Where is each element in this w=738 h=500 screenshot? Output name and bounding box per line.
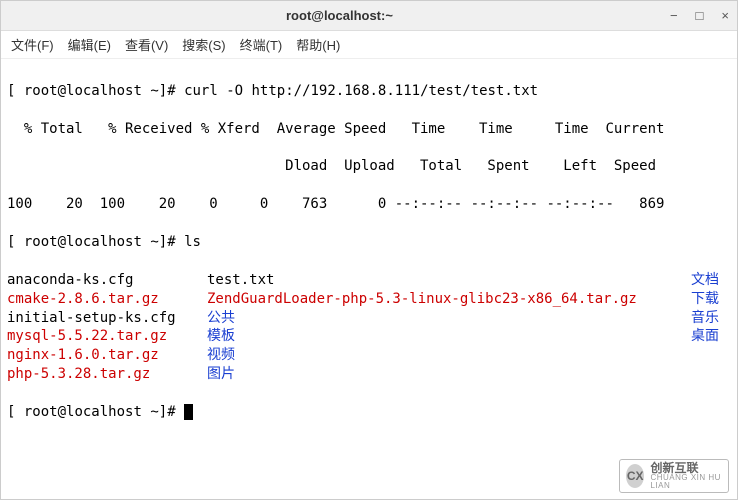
ls-entry: mysql-5.5.22.tar.gz bbox=[7, 327, 207, 346]
menu-search[interactable]: 搜索(S) bbox=[182, 35, 225, 54]
maximize-icon[interactable]: □ bbox=[696, 8, 704, 23]
menu-edit[interactable]: 编辑(E) bbox=[68, 35, 111, 54]
menu-file[interactable]: 文件(F) bbox=[11, 35, 54, 54]
ls-listing: anaconda-ks.cfgcmake-2.8.6.tar.gzinitial… bbox=[7, 271, 731, 384]
ls-entry: 图片 bbox=[207, 365, 691, 384]
watermark-badge: CX 创新互联 CHUANG XIN HU LIAN bbox=[619, 459, 729, 493]
ls-entry: anaconda-ks.cfg bbox=[7, 271, 207, 290]
ls-entry: 模板 bbox=[207, 327, 691, 346]
minimize-icon[interactable]: − bbox=[670, 8, 678, 23]
ls-entry: test.txt bbox=[207, 271, 691, 290]
ls-entry: 桌面 bbox=[691, 327, 731, 346]
close-icon[interactable]: × bbox=[721, 8, 729, 23]
window-controls: − □ × bbox=[670, 8, 729, 23]
ls-entry: initial-setup-ks.cfg bbox=[7, 309, 207, 328]
ls-col3: 文档下载音乐桌面 bbox=[691, 271, 731, 384]
curl-header-2: Dload Upload Total Spent Left Speed bbox=[7, 157, 731, 176]
terminal-output[interactable]: [ root@localhost ~]# curl -O http://192.… bbox=[1, 59, 737, 445]
cursor-icon bbox=[184, 404, 193, 420]
badge-text: 创新互联 CHUANG XIN HU LIAN bbox=[650, 462, 722, 490]
ls-entry: php-5.3.28.tar.gz bbox=[7, 365, 207, 384]
ls-entry: 视频 bbox=[207, 346, 691, 365]
ls-col1: anaconda-ks.cfgcmake-2.8.6.tar.gzinitial… bbox=[7, 271, 207, 384]
badge-py: CHUANG XIN HU LIAN bbox=[650, 474, 722, 490]
window-title: root@localhost:~ bbox=[9, 8, 670, 23]
curl-row: 100 20 100 20 0 0 763 0 --:--:-- --:--:-… bbox=[7, 195, 731, 214]
ls-entry: 公共 bbox=[207, 309, 691, 328]
ls-entry: cmake-2.8.6.tar.gz bbox=[7, 290, 207, 309]
prompt-line: [ root@localhost ~]# ls bbox=[7, 233, 731, 252]
curl-header-1: % Total % Received % Xferd Average Speed… bbox=[7, 120, 731, 139]
command-ls: ls bbox=[184, 234, 201, 250]
ls-entry: ZendGuardLoader-php-5.3-linux-glibc23-x8… bbox=[207, 290, 691, 309]
prompt-line: [ root@localhost ~]# bbox=[7, 403, 731, 422]
ls-entry: 文档 bbox=[691, 271, 731, 290]
ls-entry: 音乐 bbox=[691, 309, 731, 328]
menu-help[interactable]: 帮助(H) bbox=[296, 35, 340, 54]
menubar: 文件(F) 编辑(E) 查看(V) 搜索(S) 终端(T) 帮助(H) bbox=[1, 31, 737, 59]
ls-col2: test.txtZendGuardLoader-php-5.3-linux-gl… bbox=[207, 271, 691, 384]
menu-terminal[interactable]: 终端(T) bbox=[240, 35, 283, 54]
command-curl: curl -O http://192.168.8.111/test/test.t… bbox=[184, 83, 538, 99]
menu-view[interactable]: 查看(V) bbox=[125, 35, 168, 54]
ls-entry: nginx-1.6.0.tar.gz bbox=[7, 346, 207, 365]
ls-entry: 下载 bbox=[691, 290, 731, 309]
titlebar: root@localhost:~ − □ × bbox=[1, 1, 737, 31]
badge-logo-icon: CX bbox=[626, 464, 644, 488]
prompt-line: [ root@localhost ~]# curl -O http://192.… bbox=[7, 82, 731, 101]
